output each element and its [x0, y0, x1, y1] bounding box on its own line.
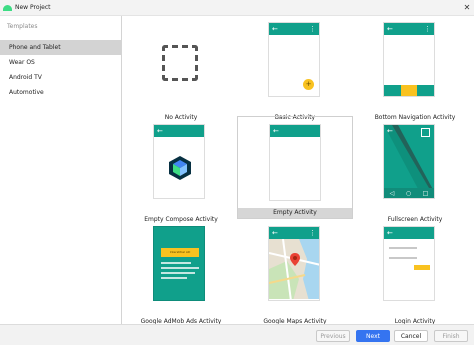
template-empty-compose-activity[interactable]: ← Empty Compose Activity — [123, 122, 239, 225]
back-arrow-icon: ← — [157, 127, 163, 135]
sidebar-item-label: Automotive — [9, 89, 44, 96]
back-arrow-icon: ← — [272, 25, 278, 33]
template-bottom-navigation-activity[interactable]: ← ⋮ Bottom Navigation Activity — [357, 20, 473, 123]
back-arrow-icon: ← — [387, 229, 393, 237]
templates-heading: Templates — [7, 23, 38, 30]
template-google-admob-ads-activity[interactable]: Interstitial AD Google AdMob Ads Activit… — [123, 224, 239, 327]
fullscreen-preview: ← ◁ ○ □ — [384, 125, 434, 198]
map-marker-icon — [290, 253, 300, 266]
template-no-activity[interactable]: No Activity — [123, 20, 239, 123]
close-window-icon[interactable]: ✕ — [460, 0, 474, 15]
new-project-window: New Project ✕ Templates Phone and Tablet… — [0, 0, 474, 345]
app-bar: ← ⋮ — [384, 23, 434, 35]
empty-template-icon — [162, 45, 198, 81]
back-arrow-icon: ← — [387, 25, 393, 33]
android-studio-icon — [3, 3, 12, 12]
app-bar: ← — [270, 125, 320, 137]
phone-preview: Interstitial AD — [153, 226, 205, 301]
template-empty-activity[interactable]: ← Empty Activity — [237, 116, 353, 219]
fullscreen-toggle-icon — [421, 128, 430, 137]
next-button[interactable]: Next — [356, 330, 390, 342]
fab-icon: + — [303, 79, 314, 90]
cancel-button[interactable]: Cancel — [394, 330, 428, 342]
phone-preview: ← ◁ ○ □ — [383, 124, 435, 199]
app-bar: ← — [384, 227, 434, 239]
system-navigation-bar: ◁ ○ □ — [384, 188, 434, 198]
back-arrow-icon: ← — [387, 127, 393, 135]
admob-preview: Interstitial AD — [154, 227, 204, 300]
dialog-footer: Previous Next Cancel Finish — [0, 324, 474, 345]
sidebar-item-label: Phone and Tablet — [9, 44, 61, 51]
sidebar-item-wear-os[interactable]: Wear OS — [0, 55, 121, 70]
app-bar: ← — [154, 125, 204, 137]
phone-preview: ← ⋮ — [268, 226, 320, 301]
jetpack-compose-logo-icon — [169, 156, 191, 180]
bottom-navigation-bar — [384, 85, 434, 96]
sidebar-item-label: Wear OS — [9, 59, 35, 66]
back-arrow-icon: ← — [272, 229, 278, 237]
sidebar-item-phone-and-tablet[interactable]: Phone and Tablet — [0, 40, 121, 55]
sidebar-item-android-tv[interactable]: Android TV — [0, 70, 121, 85]
title-bar: New Project ✕ — [0, 0, 474, 16]
finish-button[interactable]: Finish — [434, 330, 468, 342]
back-arrow-icon: ← — [273, 127, 279, 135]
phone-preview: ← ⋮ + — [268, 22, 320, 97]
template-login-activity[interactable]: ← Login Activity — [357, 224, 473, 327]
sidebar-item-label: Android TV — [9, 74, 42, 81]
overflow-menu-icon: ⋮ — [309, 229, 316, 237]
app-bar: ← ⋮ — [269, 23, 319, 35]
templates-sidebar: Templates Phone and Tablet Wear OS Andro… — [0, 16, 122, 324]
app-bar: ← ⋮ — [269, 227, 319, 239]
phone-preview: ← — [153, 124, 205, 199]
template-fullscreen-activity[interactable]: ← ◁ ○ □ Fullscreen Activity — [357, 122, 473, 225]
sidebar-item-automotive[interactable]: Automotive — [0, 85, 121, 100]
overflow-menu-icon: ⋮ — [424, 25, 431, 33]
template-gallery: No Activity ← ⋮ + Basic Activity ← ⋮ Botto… — [123, 16, 474, 327]
phone-preview: ← — [383, 226, 435, 301]
map-preview — [269, 239, 319, 299]
interstitial-ad-banner: Interstitial AD — [161, 248, 199, 257]
password-field-line — [389, 257, 417, 259]
template-basic-activity[interactable]: ← ⋮ + Basic Activity — [237, 20, 353, 123]
phone-preview: ← — [269, 124, 321, 201]
template-google-maps-activity[interactable]: ← ⋮ Google Maps Activity — [237, 224, 353, 327]
window-title: New Project — [15, 4, 51, 11]
window-controls: ✕ — [460, 0, 474, 15]
sign-in-button-preview — [414, 265, 430, 270]
overflow-menu-icon: ⋮ — [309, 25, 316, 33]
phone-preview: ← ⋮ — [383, 22, 435, 97]
template-label: Empty Activity — [238, 208, 352, 218]
username-field-line — [389, 247, 417, 249]
previous-button[interactable]: Previous — [316, 330, 350, 342]
